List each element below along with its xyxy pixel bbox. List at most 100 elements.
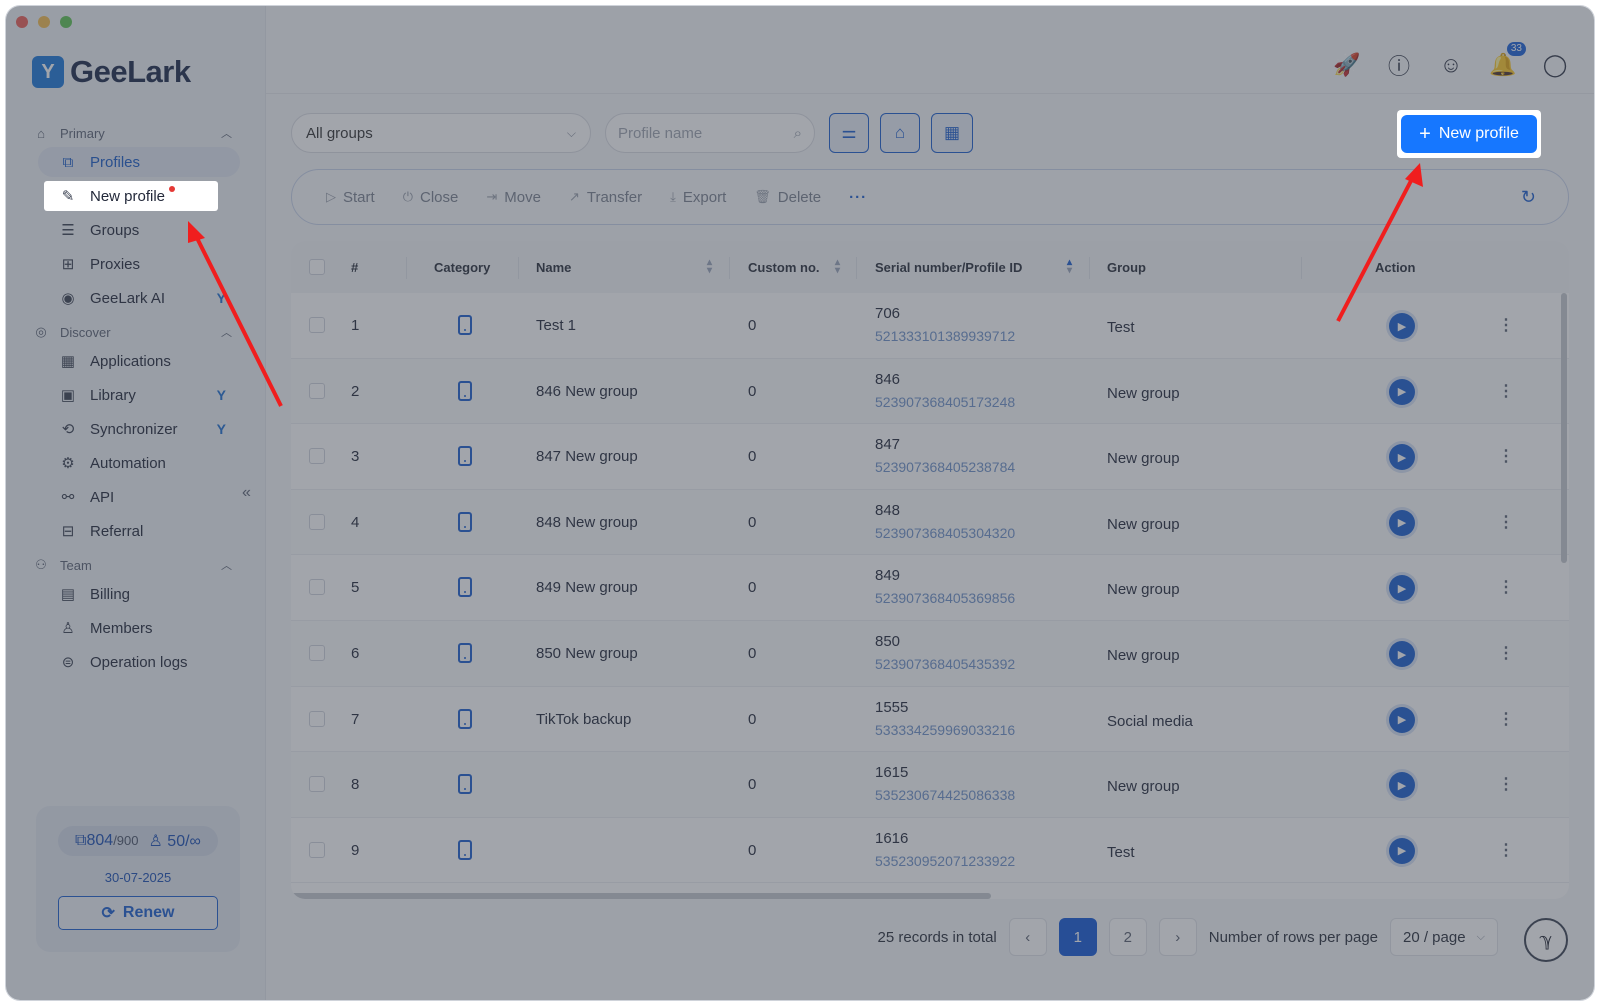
more-options-icon[interactable]: ⋮ <box>1498 840 1514 860</box>
help-icon[interactable]: ⓘ <box>1384 50 1414 80</box>
table-row[interactable]: 1 Test 1 0 706 521333101389939712 Test ▶ ⋮ <box>291 293 1569 359</box>
refresh-icon[interactable]: ↻ <box>1521 187 1536 208</box>
edit-columns-button[interactable]: ▦ <box>931 113 973 153</box>
rocket-icon[interactable]: 🚀 <box>1332 50 1362 80</box>
row-checkbox[interactable] <box>309 448 325 465</box>
header-custom-no[interactable]: Custom no. ▴ ▾ <box>748 258 840 276</box>
export-action[interactable]: ⤓ Export <box>670 189 726 206</box>
start-profile-button[interactable]: ▶ <box>1389 837 1415 864</box>
sidebar-item-operation-logs[interactable]: ⊜ Operation logs <box>38 647 240 677</box>
table-row[interactable]: 4 848 New group 0 848 523907368405304320 New … <box>291 489 1569 556</box>
profile-name[interactable]: 850 New group <box>536 645 638 662</box>
table-row[interactable]: 7 TikTok backup 0 1555 533334259969033216 Soc… <box>291 687 1569 753</box>
sort-icon[interactable]: ▴ ▾ <box>1067 258 1072 276</box>
maximize-window-button[interactable] <box>60 16 72 28</box>
support-icon[interactable]: ☺ <box>1436 50 1466 80</box>
group-select[interactable]: All groups ⌵ <box>291 113 591 153</box>
profile-id[interactable]: 523907368405238784 <box>875 459 1015 475</box>
profile-name[interactable]: 849 New group <box>536 579 638 596</box>
profile-id[interactable]: 535230674425086338 <box>875 787 1015 803</box>
sidebar-item-members[interactable]: ♙ Members <box>38 613 240 643</box>
filter-settings-button[interactable]: ⚌ <box>829 113 869 153</box>
table-row[interactable]: 5 849 New group 0 849 523907368405369856 New … <box>291 555 1569 621</box>
profile-name[interactable]: TikTok backup <box>536 711 631 728</box>
table-row[interactable]: 6 850 New group 0 850 523907368405435392 New … <box>291 621 1569 687</box>
sidebar-item-new-profile[interactable]: ✎ New profile <box>44 181 218 211</box>
start-profile-button[interactable]: ▶ <box>1389 772 1415 799</box>
sidebar-item-geelark-ai[interactable]: ◉ GeeLark AI Y <box>38 283 240 313</box>
start-profile-button[interactable]: ▶ <box>1389 575 1415 602</box>
profile-id[interactable]: 523907368405173248 <box>875 394 1015 410</box>
start-profile-button[interactable]: ▶ <box>1389 641 1415 667</box>
more-options-icon[interactable]: ⋮ <box>1498 381 1514 401</box>
sort-icon[interactable]: ▴ ▾ <box>835 258 840 276</box>
profile-id[interactable]: 535230952071233922 <box>875 853 1015 869</box>
row-checkbox[interactable] <box>309 579 325 596</box>
more-actions-icon[interactable]: ··· <box>849 189 867 206</box>
table-row[interactable]: 9 0 1616 535230952071233922 Test ▶ ⋮ <box>291 818 1569 884</box>
profile-search[interactable]: ⌕ <box>605 113 815 153</box>
sidebar-item-automation[interactable]: ⚙ Automation <box>38 448 240 478</box>
chevron-up-icon[interactable]: ︿ <box>221 324 232 340</box>
chevron-up-icon[interactable]: ︿ <box>221 557 232 573</box>
profile-id[interactable]: 521333101389939712 <box>875 328 1015 344</box>
sidebar-item-library[interactable]: ▣ Library Y <box>38 380 240 410</box>
row-checkbox[interactable] <box>309 710 325 727</box>
start-action[interactable]: ▷ Start <box>326 189 375 206</box>
rows-per-page-select[interactable]: 20 / page ⌵ <box>1390 918 1498 956</box>
search-input[interactable] <box>618 124 778 142</box>
table-row[interactable]: 2 846 New group 0 846 523907368405173248 New … <box>291 358 1569 425</box>
chevron-up-icon[interactable]: ︿ <box>221 125 232 141</box>
profile-name[interactable]: 847 New group <box>536 448 638 465</box>
start-profile-button[interactable]: ▶ <box>1389 378 1415 405</box>
next-page-button[interactable]: › <box>1158 918 1197 956</box>
row-checkbox[interactable] <box>309 645 325 661</box>
prev-page-button[interactable]: ‹ <box>1008 918 1047 956</box>
more-options-icon[interactable]: ⋮ <box>1498 512 1514 532</box>
header-name[interactable]: Name ▴ ▾ <box>536 258 712 276</box>
sidebar-item-referral[interactable]: ⊟ Referral <box>38 516 240 546</box>
sidebar-item-groups[interactable]: ☰ Groups <box>38 215 240 245</box>
start-profile-button[interactable]: ▶ <box>1389 313 1415 339</box>
sidebar-item-proxies[interactable]: ⊞ Proxies <box>38 249 240 279</box>
profile-name[interactable]: 846 New group <box>536 383 638 400</box>
delete-action[interactable]: 🗑 Delete <box>754 189 821 206</box>
sort-icon[interactable]: ▴ ▾ <box>707 258 712 276</box>
more-options-icon[interactable]: ⋮ <box>1498 709 1514 729</box>
section-primary[interactable]: ⌂ Primary ︿ <box>32 121 232 145</box>
profile-id[interactable]: 523907368405369856 <box>875 590 1015 606</box>
profile-name[interactable]: Test 1 <box>536 317 576 334</box>
row-checkbox[interactable] <box>309 776 325 793</box>
profile-id[interactable]: 523907368405435392 <box>875 656 1015 672</box>
horizontal-scrollbar[interactable] <box>291 893 991 899</box>
select-all-checkbox[interactable] <box>309 259 325 275</box>
row-checkbox[interactable] <box>309 513 325 530</box>
minimize-window-button[interactable] <box>38 16 50 28</box>
row-checkbox[interactable] <box>309 317 325 333</box>
account-icon[interactable]: ◯ <box>1540 50 1570 80</box>
more-options-icon[interactable]: ⋮ <box>1498 643 1514 663</box>
more-options-icon[interactable]: ⋮ <box>1498 315 1514 335</box>
table-row[interactable]: 8 0 1615 535230674425086338 New group ▶ ⋮ <box>291 752 1569 818</box>
more-options-icon[interactable]: ⋮ <box>1498 577 1514 597</box>
sidebar-item-synchronizer[interactable]: ⟲ Synchronizer Y <box>38 414 240 444</box>
row-checkbox[interactable] <box>309 382 325 399</box>
row-checkbox[interactable] <box>309 841 325 858</box>
renew-button[interactable]: ⟳ Renew <box>58 896 218 930</box>
clean-button[interactable]: ⌂ <box>880 113 920 153</box>
close-action[interactable]: ⏻ Close <box>403 189 459 206</box>
collapse-sidebar-icon[interactable]: « <box>242 484 251 502</box>
start-profile-button[interactable]: ▶ <box>1389 509 1415 536</box>
assistant-icon[interactable]: ℽ <box>1524 918 1568 962</box>
more-options-icon[interactable]: ⋮ <box>1498 774 1514 794</box>
transfer-action[interactable]: ↗ Transfer <box>569 189 642 206</box>
section-discover[interactable]: ◎ Discover ︿ <box>32 320 232 344</box>
move-action[interactable]: ⇥ Move <box>486 189 541 206</box>
more-options-icon[interactable]: ⋮ <box>1498 446 1514 466</box>
profile-id[interactable]: 533334259969033216 <box>875 722 1015 738</box>
sidebar-item-applications[interactable]: ▦ Applications <box>38 346 240 376</box>
table-row[interactable]: 3 847 New group 0 847 523907368405238784 New … <box>291 424 1569 490</box>
vertical-scrollbar[interactable] <box>1561 293 1567 563</box>
section-team[interactable]: ⚇ Team ︿ <box>32 553 232 577</box>
sidebar-item-billing[interactable]: ▤ Billing <box>38 579 240 609</box>
